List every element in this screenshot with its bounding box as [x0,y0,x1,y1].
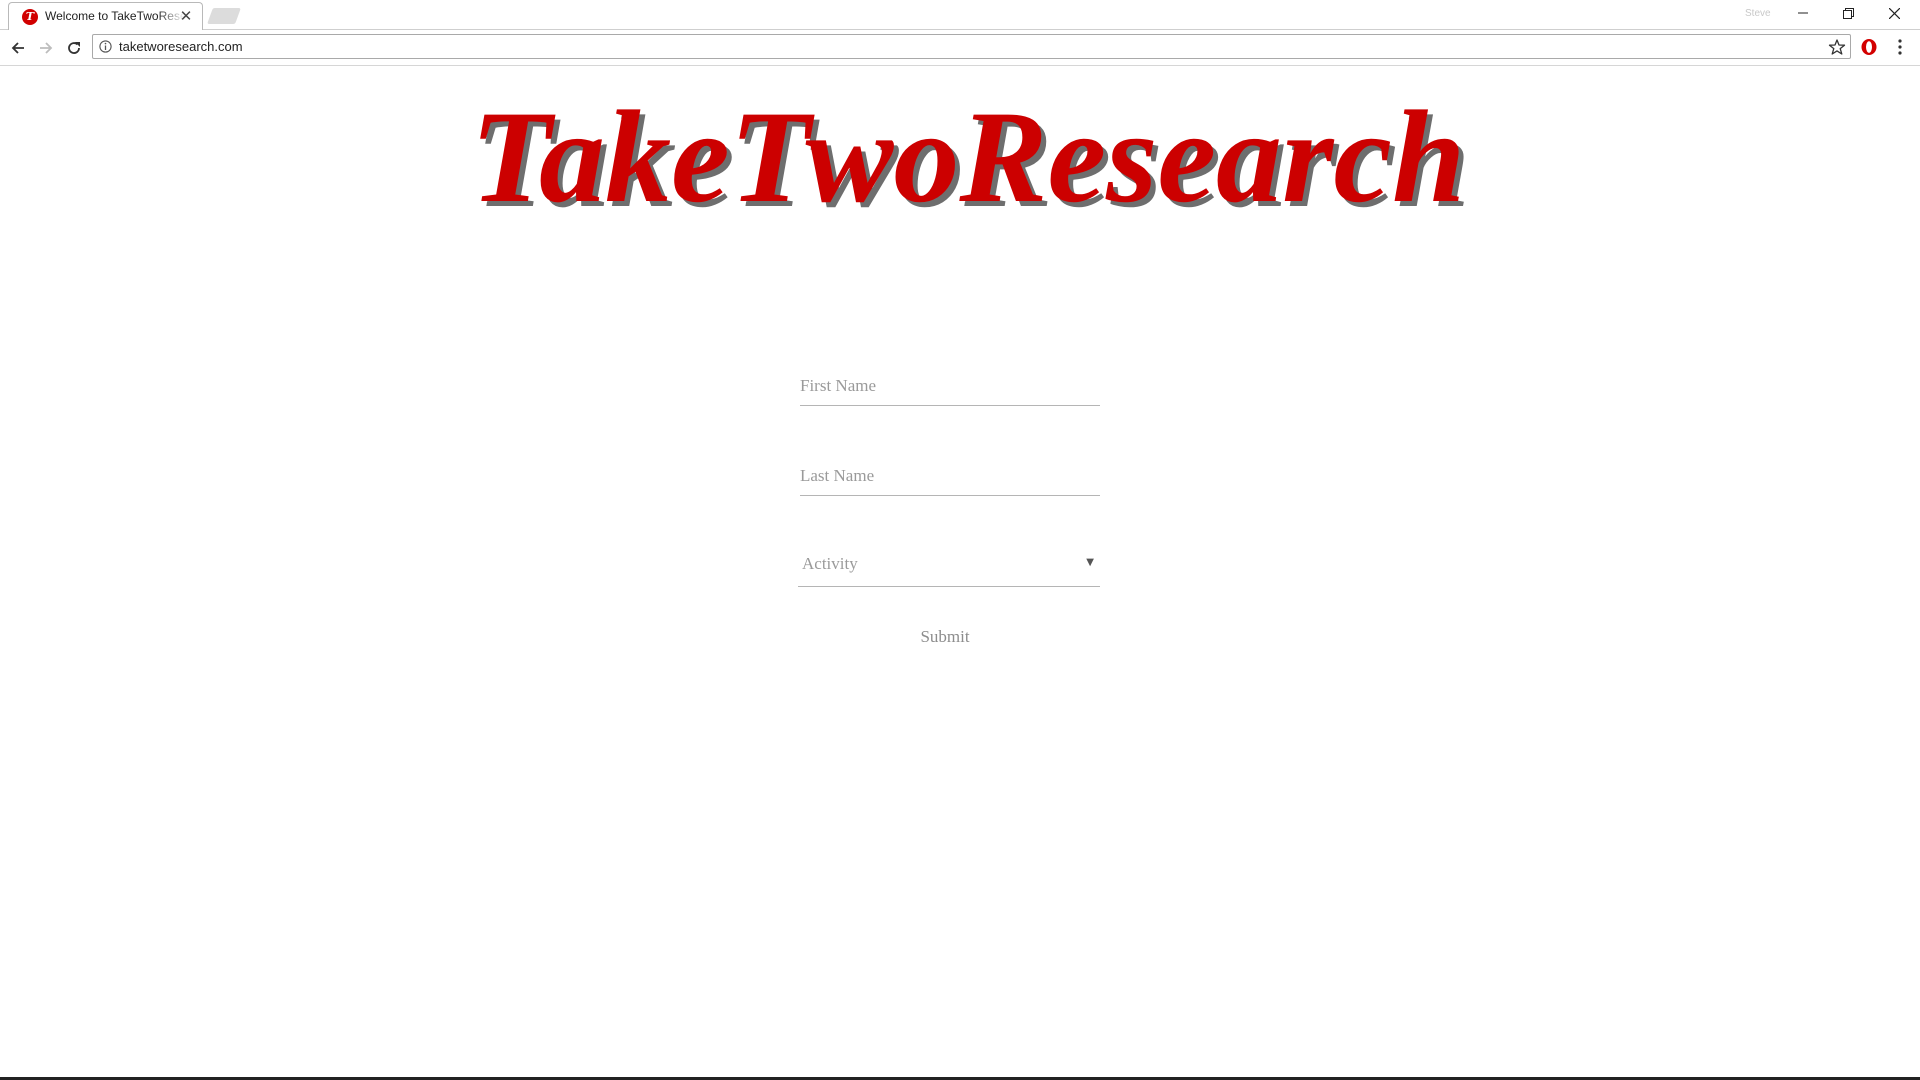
minimize-icon [1797,12,1808,14]
first-name-input[interactable] [800,366,1100,406]
dropdown-arrow-icon: ▼ [1086,557,1094,568]
minimize-button[interactable] [1780,0,1825,26]
title-bar: T Welcome to TakeTwoResearch ✕ Steve [0,0,1920,30]
close-window-button[interactable] [1872,0,1917,26]
reload-button[interactable] [62,36,86,60]
close-icon [1889,7,1900,19]
opera-extension-icon[interactable] [1860,38,1878,56]
tab-active[interactable]: T Welcome to TakeTwoResearch ✕ [8,2,203,30]
kebab-menu-icon[interactable] [1892,38,1908,56]
logo-text: TakeTwoResearch [471,86,1466,230]
restore-button[interactable] [1826,0,1871,26]
browser-toolbar: taketworesearch.com [0,30,1920,66]
activity-select[interactable]: Activity ▼ [798,544,1100,587]
url-text[interactable]: taketworesearch.com [119,39,243,54]
last-name-input[interactable] [800,456,1100,496]
forward-button[interactable] [34,36,58,60]
info-icon[interactable] [99,40,112,53]
activity-select-value: Activity [802,554,858,573]
tab-close-icon[interactable]: ✕ [178,8,194,24]
submit-button[interactable]: Submit [900,622,990,652]
address-bar[interactable]: taketworesearch.com [92,34,1851,59]
back-button[interactable] [6,36,30,60]
restore-icon [1843,7,1854,19]
site-favicon-icon: T [22,9,38,25]
page-content: TakeTwoResearch TakeTwoResearch Activity… [0,66,1920,1078]
forward-arrow-icon [40,42,53,54]
browser-window: T Welcome to TakeTwoResearch ✕ Steve tak… [0,0,1920,1080]
new-tab-button[interactable] [207,8,241,24]
profile-label[interactable]: Steve [1745,8,1771,19]
site-logo: TakeTwoResearch TakeTwoResearch [471,86,1471,235]
reload-icon [68,42,80,54]
tab-title: Welcome to TakeTwoResearch [45,9,185,23]
back-arrow-icon [11,42,24,54]
bookmark-star-icon[interactable] [1828,38,1846,56]
